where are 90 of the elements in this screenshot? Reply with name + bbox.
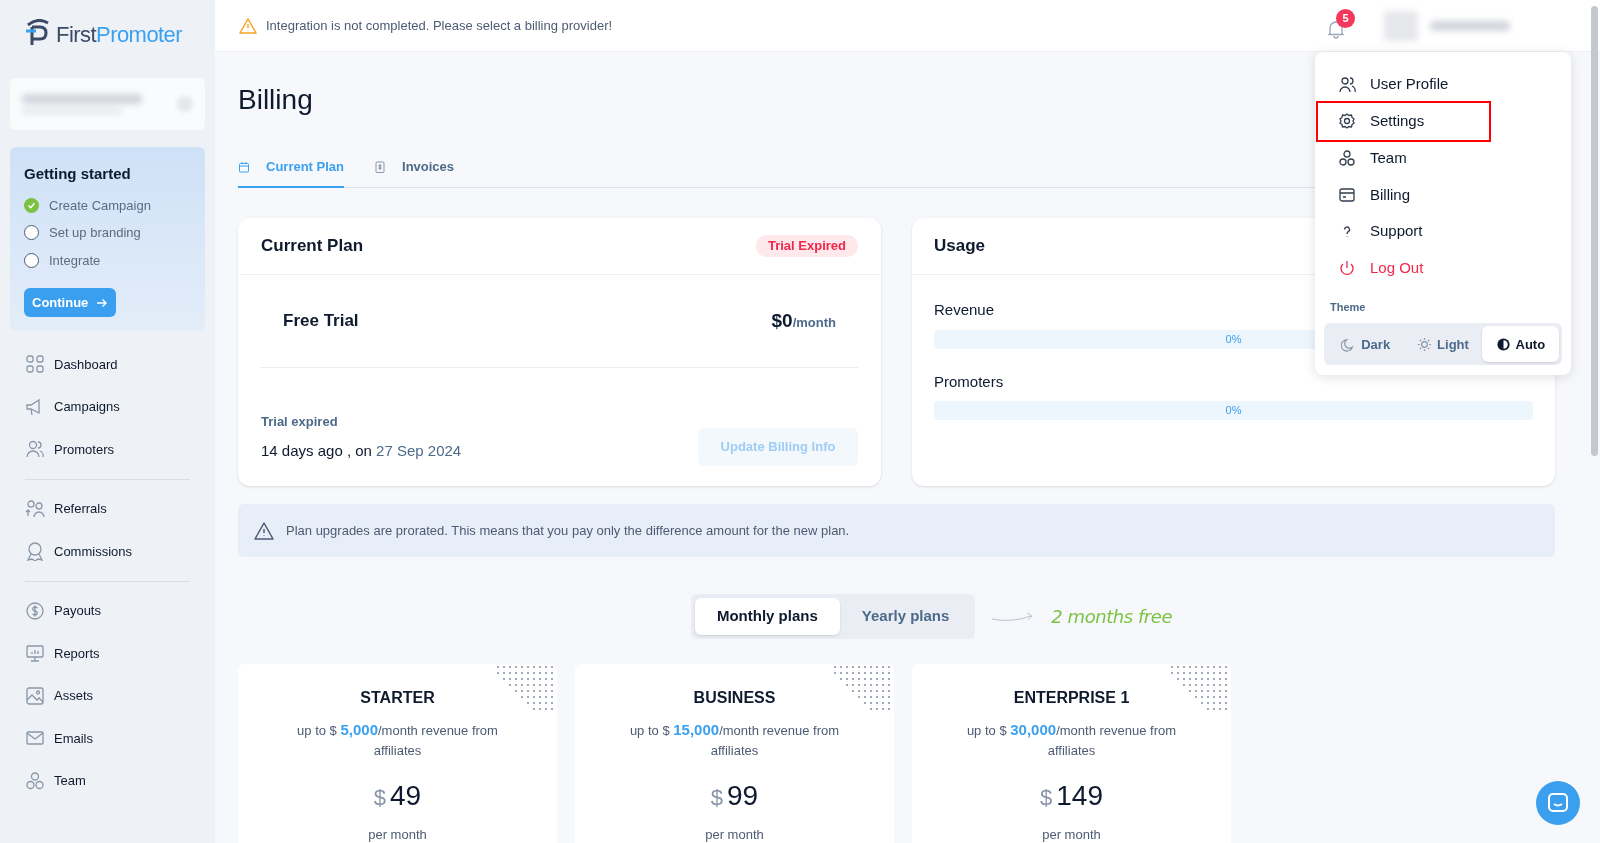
plan-name: ENTERPRISE 1 xyxy=(1013,688,1130,708)
price-period: per month xyxy=(1042,826,1101,843)
theme-option[interactable]: Light xyxy=(1404,326,1482,363)
plan-name: STARTER xyxy=(360,688,435,708)
meter-label: Revenue xyxy=(934,300,995,320)
expiry-date: 27 Sep 2024 xyxy=(376,441,462,459)
calendar-icon xyxy=(238,161,250,173)
people-icon xyxy=(25,439,45,460)
sidebar-item[interactable]: Promoters xyxy=(10,428,205,471)
card-icon xyxy=(1338,185,1356,204)
sidebar-item[interactable]: Emails xyxy=(10,717,205,760)
menu-item[interactable]: Support xyxy=(1324,213,1562,250)
notification-badge: 5 xyxy=(1336,8,1355,28)
plan-price: 99 xyxy=(727,779,759,813)
card-title: Getting started xyxy=(24,164,132,184)
sidebar-item[interactable]: Commissions xyxy=(10,530,205,573)
plan-name: Free Trial xyxy=(283,310,359,333)
scrollbar[interactable] xyxy=(1591,6,1598,456)
card-title: Current Plan xyxy=(261,235,364,258)
receipt-icon xyxy=(374,161,386,173)
team-icon xyxy=(25,770,45,791)
dollar-icon xyxy=(25,600,45,621)
referral-icon xyxy=(25,498,45,519)
plan-limit: up to $ 5,000/month revenue from affiliates xyxy=(296,720,499,760)
chat-button[interactable] xyxy=(1536,781,1580,825)
theme-option[interactable]: Dark xyxy=(1327,326,1405,363)
sidebar-item[interactable]: Payouts xyxy=(10,589,205,632)
menu-item[interactable]: Settings xyxy=(1318,102,1489,140)
card-title: Usage xyxy=(934,235,986,258)
meter-label: Promoters xyxy=(934,371,1004,392)
step-label: Set up branding xyxy=(49,224,141,242)
plan-toggle-option[interactable]: Monthly plans xyxy=(694,598,840,635)
menu-item[interactable]: Team xyxy=(1324,139,1562,177)
step-checkbox[interactable] xyxy=(24,197,39,213)
price-period: per month xyxy=(705,826,764,843)
power-icon xyxy=(1338,259,1356,278)
menu-item[interactable]: Billing xyxy=(1324,176,1562,214)
sidebar-item[interactable]: Referrals xyxy=(10,487,205,530)
arrow-right-icon xyxy=(96,297,109,308)
sun-icon xyxy=(1417,336,1433,352)
theme-option[interactable]: Auto xyxy=(1481,326,1559,363)
team-icon xyxy=(1338,149,1356,167)
dashboard-icon xyxy=(25,354,45,375)
plan-limit: up to $ 15,000/month revenue from affiliates xyxy=(628,720,841,760)
currency-symbol: $ xyxy=(373,784,387,812)
chat-icon xyxy=(1547,792,1569,814)
sidebar-item[interactable]: Team xyxy=(10,759,205,802)
currency-symbol: $ xyxy=(710,784,724,812)
currency-symbol: $ xyxy=(1040,784,1053,812)
award-icon xyxy=(25,541,45,562)
step-checkbox[interactable] xyxy=(24,252,39,268)
status-badge: Trial Expired xyxy=(755,235,858,257)
theme-label: Theme xyxy=(1330,299,1367,315)
account-switcher[interactable] xyxy=(10,78,205,130)
image-icon xyxy=(25,685,45,706)
info-text: Plan upgrades are prorated. This means that you pay only the difference amount for the new plan. xyxy=(286,521,850,540)
expiry-text: 14 days ago , on xyxy=(261,441,372,459)
page-title: Billing xyxy=(238,83,313,117)
price-period: /month xyxy=(792,313,836,332)
price-period: per month xyxy=(368,826,427,843)
check-icon xyxy=(27,200,36,210)
plan-price: 49 xyxy=(390,779,422,813)
notification-button[interactable]: 5 xyxy=(1326,8,1358,43)
plan-price: 149 xyxy=(1056,779,1103,813)
logo-text: FirstPromoter xyxy=(56,20,183,49)
sidebar-item[interactable]: Assets xyxy=(10,674,205,717)
plan-price: $0 xyxy=(771,308,793,333)
expiry-label: Trial expired xyxy=(261,413,339,431)
menu-item[interactable]: Log Out xyxy=(1324,250,1562,287)
plan-limit: up to $ 30,000/month revenue from affiliates xyxy=(965,720,1178,760)
meter-reading: 0% xyxy=(1225,331,1242,347)
meter-reading: 0% xyxy=(1225,403,1242,419)
step-label: Integrate xyxy=(49,251,101,270)
step-label: Create Campaign xyxy=(49,196,151,215)
sidebar-item[interactable]: Reports xyxy=(10,632,205,675)
tab[interactable]: Invoices xyxy=(374,148,455,188)
alert-text: Integration is not completed. Please select a billing provider! xyxy=(266,16,613,35)
sidebar-item[interactable]: Dashboard xyxy=(10,343,205,386)
warning-icon xyxy=(254,521,274,540)
warning-icon xyxy=(239,17,257,34)
step-checkbox[interactable] xyxy=(24,225,39,241)
sidebar-item[interactable]: Campaigns xyxy=(10,385,205,428)
contrast-icon xyxy=(1495,336,1511,352)
plan-toggle-option[interactable]: Yearly plans xyxy=(839,598,972,635)
plan-name: BUSINESS xyxy=(693,688,776,708)
menu-item[interactable]: User Profile xyxy=(1324,66,1562,103)
promo-text: 2 months free xyxy=(1051,605,1173,629)
people-icon xyxy=(1338,75,1356,94)
monitor-chart-icon xyxy=(25,643,45,664)
gear-icon xyxy=(1338,112,1356,131)
